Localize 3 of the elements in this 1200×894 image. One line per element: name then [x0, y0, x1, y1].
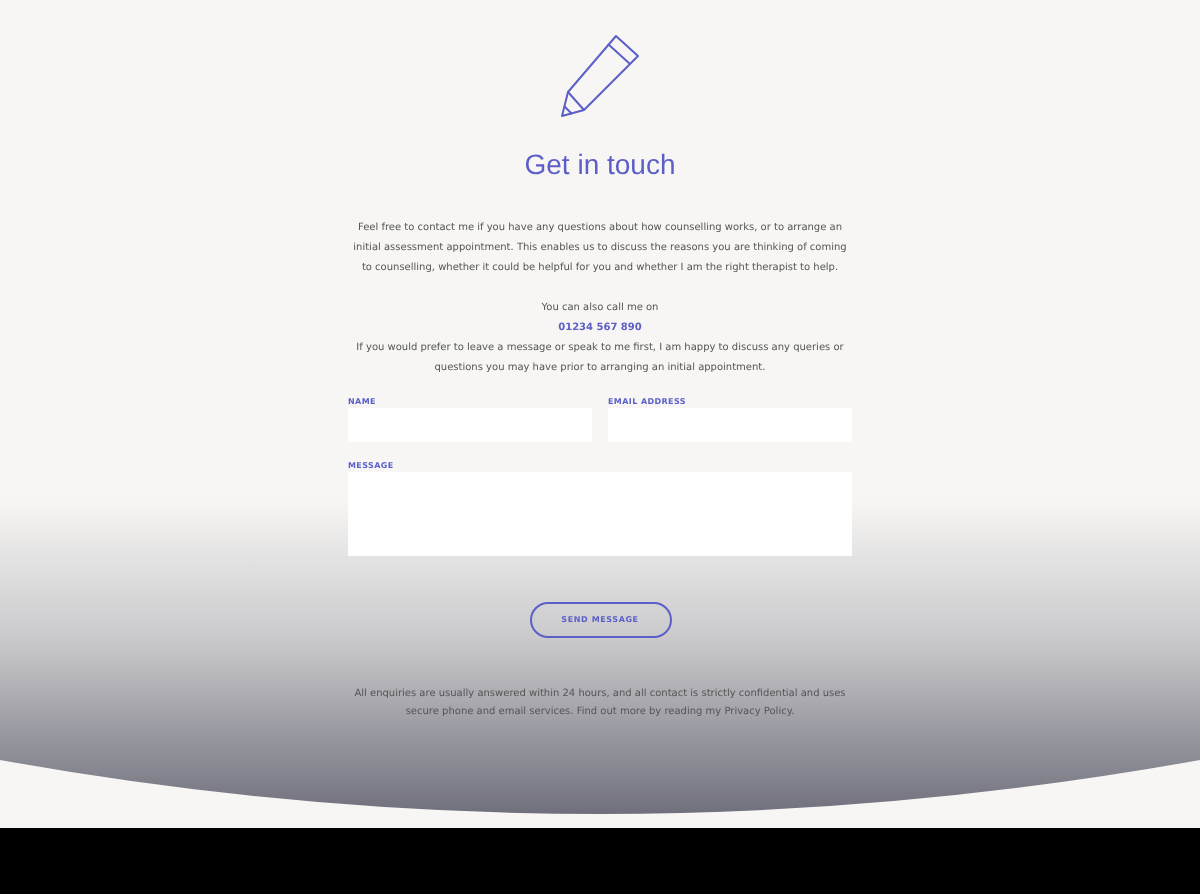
page-heading: Get in touch	[522, 146, 678, 184]
pencil-icon	[556, 32, 644, 120]
message-field[interactable]	[348, 472, 852, 556]
